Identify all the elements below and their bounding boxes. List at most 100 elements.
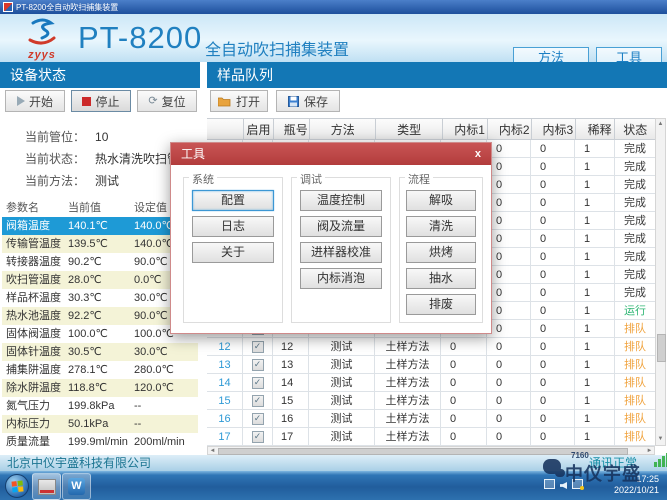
start-button[interactable]: 开始 [5, 90, 65, 112]
enable-cell: ✓ [243, 356, 273, 373]
queue-row[interactable]: 13✓13测试土样方法0001排队 [207, 356, 655, 374]
dilution-cell: 1 [575, 392, 615, 409]
taskbar-app-w[interactable]: W [62, 473, 91, 500]
queue-row[interactable]: 15✓15测试土样方法0001排队 [207, 392, 655, 410]
enable-checkbox[interactable]: ✓ [252, 341, 264, 353]
dialog-titlebar[interactable]: 工具 x [171, 143, 491, 165]
param-row[interactable]: 质量流量199.9ml/min200ml/min [2, 433, 198, 451]
type-cell: 土样方法 [375, 338, 441, 355]
column-header[interactable]: 内标2 [488, 119, 532, 139]
param-name: 捕集阱温度 [2, 361, 68, 379]
param-row[interactable]: 传输管温度139.5℃140.0℃ [2, 235, 198, 253]
network-tray-icon[interactable] [572, 479, 583, 489]
enable-checkbox[interactable]: ✓ [252, 359, 264, 371]
vertical-scroll-thumb[interactable] [657, 334, 666, 362]
bake-button[interactable]: 烘烤 [406, 242, 476, 263]
enable-cell: ✓ [243, 410, 273, 427]
queue-row[interactable]: 17✓17测试土样方法0001排队 [207, 428, 655, 446]
horizontal-scroll-thumb[interactable] [218, 448, 628, 455]
param-row[interactable]: 除水阱温度118.8℃120.0℃ [2, 379, 198, 397]
scroll-up-arrow[interactable]: ▲ [656, 119, 665, 130]
dilution-cell: 1 [575, 356, 615, 373]
column-header[interactable]: 启用 [244, 119, 275, 139]
status-cell: 排队 [615, 338, 655, 355]
method-cell: 测试 [309, 356, 375, 373]
column-header[interactable]: 状态 [615, 119, 655, 139]
param-current-value: 139.5℃ [68, 235, 134, 253]
column-header[interactable]: 瓶号 [274, 119, 310, 139]
app-subtitle: 全自动吹扫捕集装置 [205, 36, 349, 60]
start-button-orb[interactable] [5, 474, 29, 498]
clean-button[interactable]: 清洗 [406, 216, 476, 237]
enable-checkbox[interactable]: ✓ [252, 431, 264, 443]
param-row[interactable]: 内标压力50.1kPa-- [2, 415, 198, 433]
row-number: 17 [207, 428, 243, 445]
column-header[interactable] [207, 119, 244, 139]
param-row[interactable]: 捕集阱温度278.1℃280.0℃ [2, 361, 198, 379]
open-button[interactable]: 打开 [210, 90, 268, 112]
display-tray-icon[interactable] [544, 479, 555, 489]
valve-flow-button[interactable]: 阀及流量 [300, 216, 382, 237]
status-cell: 排队 [615, 320, 655, 337]
start-label: 开始 [29, 93, 53, 110]
column-header[interactable]: 方法 [310, 119, 376, 139]
param-row[interactable]: 阀箱温度140.1℃140.0℃ [2, 217, 198, 235]
log-button[interactable]: 日志 [192, 216, 274, 237]
scroll-right-arrow[interactable]: ► [645, 447, 654, 454]
sampler-calibration-button[interactable]: 进样器校准 [300, 242, 382, 263]
enable-checkbox[interactable]: ✓ [252, 377, 264, 389]
is2-cell: 0 [487, 140, 531, 157]
enable-checkbox[interactable]: ✓ [252, 413, 264, 425]
dilution-cell: 1 [575, 158, 615, 175]
param-current-value: 28.0℃ [68, 271, 134, 289]
column-header[interactable]: 类型 [376, 119, 442, 139]
close-icon[interactable]: x [475, 143, 481, 165]
type-cell: 土样方法 [375, 356, 441, 373]
column-header[interactable]: 内标1 [443, 119, 489, 139]
param-current-value: 118.8℃ [68, 379, 134, 397]
enable-cell: ✓ [243, 374, 273, 391]
group-label: 系统 [189, 171, 217, 187]
internal-standard-defoam-button[interactable]: 内标消泡 [300, 268, 382, 289]
reset-button[interactable]: ⟳ 复位 [137, 90, 197, 112]
volume-tray-icon[interactable] [560, 482, 567, 489]
save-button[interactable]: 保存 [276, 90, 340, 112]
param-row[interactable]: 热水池温度92.2℃90.0℃ [2, 307, 198, 325]
param-set-value: 30.0℃ [134, 343, 198, 361]
param-row[interactable]: 氮气压力199.8kPa-- [2, 397, 198, 415]
type-cell: 土样方法 [375, 392, 441, 409]
param-row[interactable]: 转接器温度90.2℃90.0℃ [2, 253, 198, 271]
desorb-button[interactable]: 解吸 [406, 190, 476, 211]
queue-row[interactable]: 16✓16测试土样方法0001排队 [207, 410, 655, 428]
queue-row[interactable]: 12✓12测试土样方法0001排队 [207, 338, 655, 356]
drain-waste-button[interactable]: 排废 [406, 294, 476, 315]
window-titlebar[interactable]: PT-8200全自动吹扫捕集装置 [0, 0, 667, 14]
column-header[interactable]: 内标3 [532, 119, 576, 139]
taskbar-clock[interactable]: 17:25 2022/10/21 [614, 474, 659, 496]
scroll-left-arrow[interactable]: ◄ [208, 447, 217, 454]
is3-cell: 0 [531, 176, 575, 193]
taskbar-app-pt8200[interactable] [32, 473, 61, 500]
param-row[interactable]: 固体阀温度100.0℃100.0℃ [2, 325, 198, 343]
reset-icon: ⟳ [148, 96, 157, 106]
scroll-down-arrow[interactable]: ▼ [656, 434, 665, 445]
column-header[interactable]: 稀释 [576, 119, 616, 139]
vertical-scrollbar[interactable]: ▲ ▼ [655, 118, 666, 446]
param-row[interactable]: 样品杯温度30.3℃30.0℃ [2, 289, 198, 307]
queue-row[interactable]: 14✓14测试土样方法0001排队 [207, 374, 655, 392]
param-name: 质量流量 [2, 433, 68, 451]
bottle-cell: 12 [273, 338, 309, 355]
enable-checkbox[interactable]: ✓ [252, 395, 264, 407]
horizontal-scrollbar[interactable]: ◄ ► [207, 446, 655, 455]
dialog-group-system: 系统配置日志关于 [183, 177, 283, 323]
dilution-cell: 1 [575, 212, 615, 229]
pump-water-button[interactable]: 抽水 [406, 268, 476, 289]
param-row[interactable]: 固体针温度30.5℃30.0℃ [2, 343, 198, 361]
stop-button[interactable]: 停止 [71, 90, 131, 112]
queue-table-header: 启用瓶号方法类型内标1内标2内标3稀释状态 [207, 118, 655, 140]
param-row[interactable]: 吹扫管温度28.0℃0.0℃ [2, 271, 198, 289]
temp-control-button[interactable]: 温度控制 [300, 190, 382, 211]
row-number: 12 [207, 338, 243, 355]
about-button[interactable]: 关于 [192, 242, 274, 263]
config-button[interactable]: 配置 [192, 190, 274, 211]
